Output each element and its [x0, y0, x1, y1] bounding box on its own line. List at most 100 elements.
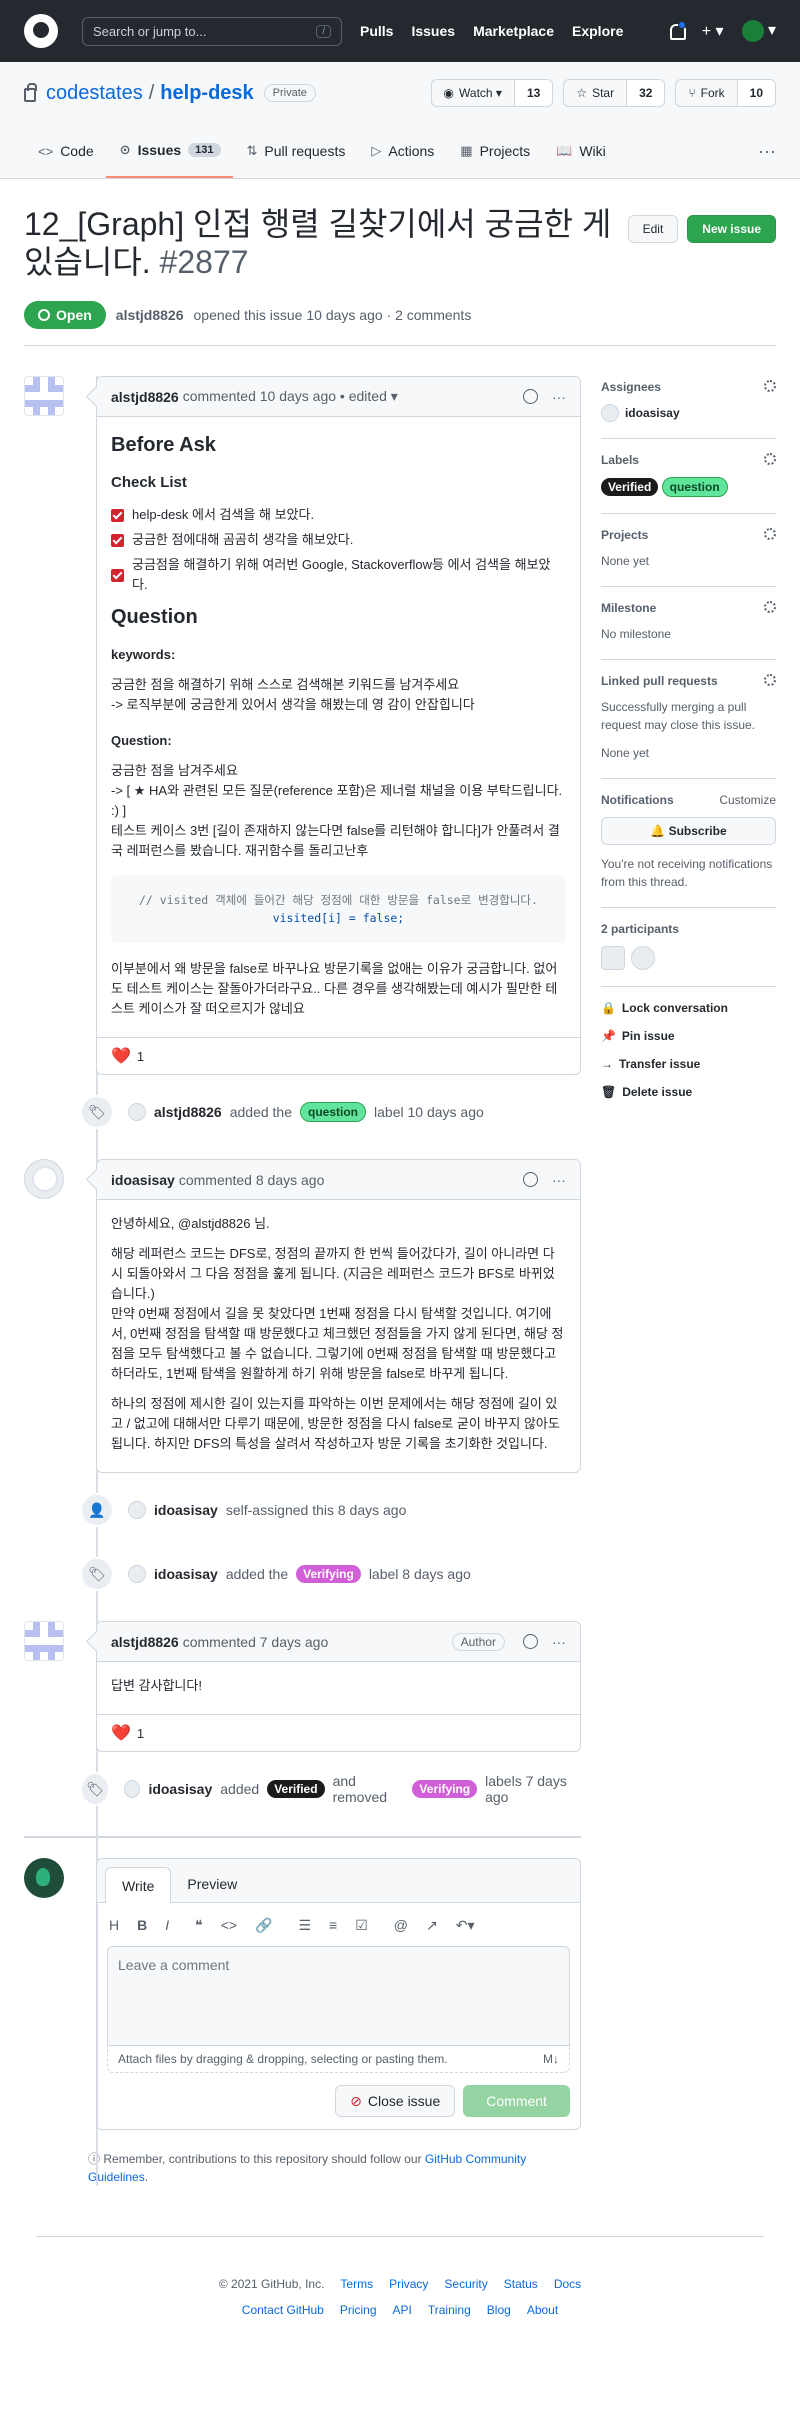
footer-link[interactable]: Blog [487, 2303, 511, 2317]
search-input[interactable]: Search or jump to... / [82, 16, 342, 46]
checkbox-checked-icon[interactable] [111, 508, 124, 522]
comment-textarea[interactable]: Leave a comment [107, 1946, 570, 2046]
avatar[interactable] [128, 1103, 146, 1121]
comment-meta[interactable]: commented 8 days ago [179, 1172, 325, 1188]
label-verified[interactable]: Verified [600, 478, 659, 496]
footer-link[interactable]: API [393, 2303, 412, 2317]
label-verifying[interactable]: Verifying [412, 1780, 478, 1798]
tab-write[interactable]: Write [105, 1867, 172, 1903]
heart-icon[interactable]: ❤️ [111, 1046, 131, 1066]
checkbox-checked-icon[interactable] [111, 533, 124, 547]
tab-preview[interactable]: Preview [171, 1866, 253, 1902]
heart-icon[interactable]: ❤️ [111, 1723, 131, 1743]
sidebar-heading[interactable]: Labels [601, 453, 639, 467]
fork-button[interactable]: ⑂ Fork 10 [675, 79, 776, 107]
heading-icon[interactable]: H [109, 1917, 119, 1934]
sidebar-heading[interactable]: Linked pull requests [601, 674, 718, 688]
nav-marketplace[interactable]: Marketplace [473, 23, 554, 39]
kebab-menu-icon[interactable]: ··· [552, 1634, 566, 1650]
comment-button[interactable]: Comment [463, 2085, 570, 2117]
tab-code[interactable]: <> Code [24, 124, 106, 178]
checkbox-checked-icon[interactable] [111, 568, 124, 582]
user-menu[interactable]: ▾ [741, 20, 776, 42]
footer-link[interactable]: Contact GitHub [242, 2303, 324, 2317]
close-issue-button[interactable]: ⊘ Close issue [335, 2085, 456, 2117]
bold-icon[interactable]: B [137, 1917, 147, 1934]
tab-issues[interactable]: ⊙ Issues 131 [105, 124, 233, 178]
more-menu-icon[interactable]: ··· [758, 124, 776, 178]
avatar[interactable] [600, 946, 625, 970]
repo-name-link[interactable]: help-desk [160, 82, 253, 105]
footer-link[interactable]: Security [444, 2277, 487, 2291]
reply-icon[interactable]: ↶▾ [456, 1917, 475, 1934]
reaction-count[interactable]: 1 [137, 1049, 144, 1064]
task-list-icon[interactable]: ☑ [355, 1917, 368, 1934]
create-new-menu[interactable]: + ▾ [702, 21, 724, 41]
transfer-issue-button[interactable]: → Transfer issue [601, 1057, 776, 1071]
tab-wiki[interactable]: 📖 Wiki [542, 124, 618, 178]
subscribe-button[interactable]: 🔔 Subscribe [600, 817, 776, 845]
attach-files-area[interactable]: Attach files by dragging & dropping, sel… [107, 2046, 570, 2073]
quote-icon[interactable]: ❝ [195, 1917, 203, 1934]
label-question[interactable]: question [300, 1102, 367, 1122]
footer-link[interactable]: Status [504, 2277, 538, 2291]
event-actor[interactable]: alstjd8826 [154, 1104, 222, 1120]
comment-author[interactable]: idoasisay [111, 1172, 175, 1188]
comment-author[interactable]: alstjd8826 [111, 389, 179, 405]
ordered-list-icon[interactable]: ≡ [329, 1917, 337, 1934]
footer-link[interactable]: Pricing [340, 2303, 377, 2317]
lock-conversation-button[interactable]: 🔒 Lock conversation [601, 1001, 776, 1015]
comment-author[interactable]: alstjd8826 [111, 1634, 179, 1650]
avatar[interactable] [24, 1858, 64, 1898]
new-issue-button[interactable]: New issue [687, 215, 776, 243]
nav-pulls[interactable]: Pulls [360, 23, 393, 39]
kebab-menu-icon[interactable]: ··· [552, 389, 566, 405]
code-icon[interactable]: <> [221, 1917, 237, 1934]
sidebar-heading[interactable]: Assignees [601, 380, 661, 394]
watch-count[interactable]: 13 [514, 80, 553, 106]
github-logo-icon[interactable] [24, 14, 58, 48]
avatar[interactable] [24, 1621, 64, 1661]
smiley-icon[interactable] [522, 1634, 538, 1649]
issue-author-link[interactable]: alstjd8826 [116, 307, 184, 323]
comment-meta[interactable]: commented 7 days ago [183, 1634, 329, 1650]
gear-icon[interactable] [764, 601, 776, 613]
footer-link[interactable]: Docs [554, 2277, 581, 2291]
avatar[interactable] [124, 1780, 141, 1798]
avatar[interactable] [600, 404, 619, 422]
italic-icon[interactable]: I [165, 1917, 169, 1934]
repo-owner-link[interactable]: codestates [46, 82, 143, 105]
gear-icon[interactable] [764, 674, 776, 686]
pin-issue-button[interactable]: 📌 Pin issue [601, 1029, 776, 1043]
footer-link[interactable]: Training [428, 2303, 471, 2317]
edit-button[interactable]: Edit [627, 215, 679, 243]
avatar[interactable] [630, 946, 655, 970]
gear-icon[interactable] [764, 380, 776, 392]
avatar[interactable] [128, 1565, 146, 1583]
footer-link[interactable]: Terms [340, 2277, 373, 2291]
notification-bell-icon[interactable] [668, 20, 686, 40]
tab-projects[interactable]: ▦ Projects [446, 124, 542, 178]
tab-actions[interactable]: ▷ Actions [357, 124, 446, 178]
smiley-icon[interactable] [522, 1172, 538, 1187]
label-verifying[interactable]: Verifying [296, 1565, 361, 1583]
gear-icon[interactable] [764, 528, 776, 540]
nav-explore[interactable]: Explore [572, 23, 623, 39]
event-actor[interactable]: idoasisay [154, 1502, 218, 1518]
unordered-list-icon[interactable]: ☰ [298, 1917, 311, 1934]
event-actor[interactable]: idoasisay [148, 1781, 212, 1797]
cross-reference-icon[interactable]: ↗ [426, 1917, 438, 1934]
link-icon[interactable]: 🔗 [255, 1917, 272, 1934]
sidebar-heading[interactable]: Milestone [601, 601, 656, 615]
sidebar-heading[interactable]: Projects [601, 528, 648, 542]
event-actor[interactable]: idoasisay [154, 1566, 218, 1582]
avatar[interactable] [128, 1501, 146, 1519]
nav-issues[interactable]: Issues [411, 23, 455, 39]
customize-link[interactable]: Customize [719, 793, 776, 807]
avatar[interactable] [24, 1159, 64, 1199]
tab-pull-requests[interactable]: ⇅ Pull requests [233, 124, 358, 178]
avatar[interactable] [24, 376, 64, 416]
watch-button[interactable]: ◉ Watch ▾ 13 [430, 79, 554, 107]
smiley-icon[interactable] [522, 389, 538, 404]
gear-icon[interactable] [764, 453, 776, 465]
